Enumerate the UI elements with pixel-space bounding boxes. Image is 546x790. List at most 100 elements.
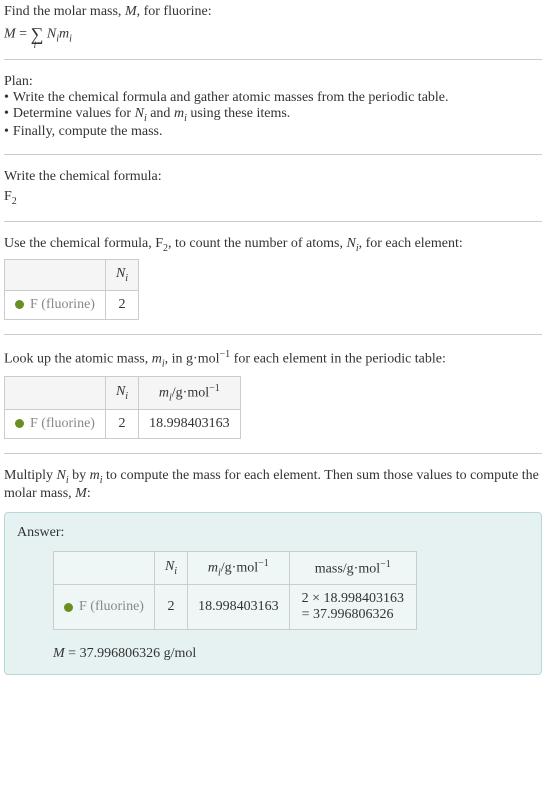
count-text: Use the chemical formula, F2, to count t… <box>4 236 542 254</box>
element-dot-icon <box>64 603 73 612</box>
empty-header <box>54 551 155 584</box>
lookup-mid: , in g·mol <box>165 352 220 367</box>
element-symbol: F <box>30 416 38 431</box>
header-sup: −1 <box>209 383 220 394</box>
lookup-sup: −1 <box>220 349 231 360</box>
sum-symbol: ∑ <box>31 24 44 44</box>
final-molar-mass: M = 37.996806326 g/mol <box>53 646 529 662</box>
element-dot-icon <box>15 419 24 428</box>
final-var: M <box>53 646 65 661</box>
mi-header: mi/g·mol−1 <box>188 551 290 584</box>
ni-header: Ni <box>154 551 187 584</box>
plan2-mid: and <box>147 106 174 121</box>
lookup-mass-section: Look up the atomic mass, mi, in g·mol−1 … <box>4 349 542 454</box>
mass-cell: 2 × 18.998403163 = 37.996806326 <box>289 585 416 630</box>
count-mid: , to count the number of atoms, <box>168 236 346 251</box>
intro-post: , for fluorine: <box>137 4 212 19</box>
lookup-text: Look up the atomic mass, mi, in g·mol−1 … <box>4 349 542 369</box>
header-N: N <box>165 559 174 574</box>
element-symbol: F <box>79 599 87 614</box>
mult-M: M <box>75 486 87 501</box>
bullet-icon: • <box>4 106 9 122</box>
plan-item-3: • Finally, compute the mass. <box>4 124 542 140</box>
plan-item-3-text: Finally, compute the mass. <box>13 124 163 140</box>
answer-box: Answer: Ni mi/g·mol−1 mass/g·mol−1 F (fl… <box>4 512 542 675</box>
chemical-formula-value: F2 <box>4 189 542 207</box>
mult-post: : <box>87 486 91 501</box>
bullet-icon: • <box>4 124 9 140</box>
mult-mid: by <box>69 468 90 483</box>
empty-header <box>5 260 106 291</box>
header-N: N <box>116 266 125 281</box>
element-cell: F (fluorine) <box>5 291 106 320</box>
plan2-pre: Determine values for <box>13 106 135 121</box>
plan2-N: N <box>135 106 144 121</box>
count-N: N <box>346 236 355 251</box>
formula-element: F <box>4 189 12 204</box>
lookup-post: for each element in the periodic table: <box>230 352 446 367</box>
formula-lhs: M <box>4 27 16 42</box>
plan2-m: m <box>174 106 184 121</box>
element-name: (fluorine) <box>38 416 95 431</box>
chemical-formula-section: Write the chemical formula: F2 <box>4 169 542 222</box>
ni-value: 2 <box>154 585 187 630</box>
element-name: (fluorine) <box>38 297 95 312</box>
header-Ni: i <box>125 273 128 284</box>
formula-eq: = <box>16 27 31 42</box>
header-mass-sup: −1 <box>380 559 391 570</box>
mi-value: 18.998403163 <box>139 410 241 439</box>
ni-header: Ni <box>105 376 138 409</box>
intro-var-M: M <box>125 4 137 19</box>
chemical-formula-title: Write the chemical formula: <box>4 169 542 185</box>
plan-section: Plan: • Write the chemical formula and g… <box>4 74 542 155</box>
plan-item-2-text: Determine values for Ni and mi using the… <box>13 106 290 124</box>
ni-header: Ni <box>105 260 138 291</box>
table-header-row: Ni mi/g·mol−1 <box>5 376 241 409</box>
element-cell: F (fluorine) <box>5 410 106 439</box>
header-m: m <box>208 561 218 576</box>
multiply-text: Multiply Ni by mi to compute the mass fo… <box>4 468 542 502</box>
plan2-post: using these items. <box>187 106 290 121</box>
intro-pre: Find the molar mass, <box>4 4 125 19</box>
mass-line1: 2 × 18.998403163 <box>302 591 404 607</box>
table-row: F (fluorine) 2 18.998403163 2 × 18.99840… <box>54 585 417 630</box>
element-name: (fluorine) <box>87 599 144 614</box>
mult-N: N <box>57 468 66 483</box>
count-table: Ni F (fluorine) 2 <box>4 259 139 320</box>
molar-mass-formula: M = ∑i Nimi <box>4 24 542 45</box>
header-unit: /g·mol <box>172 385 209 400</box>
mult-pre: Multiply <box>4 468 57 483</box>
mi-header: mi/g·mol−1 <box>139 376 241 409</box>
intro-text: Find the molar mass, M, for fluorine: <box>4 4 542 20</box>
header-Ni: i <box>125 391 128 402</box>
header-Ni: i <box>174 566 177 577</box>
empty-header <box>5 376 106 409</box>
header-m: m <box>159 385 169 400</box>
header-N: N <box>116 384 125 399</box>
multiply-section: Multiply Ni by mi to compute the mass fo… <box>4 468 542 675</box>
mass-header: mass/g·mol−1 <box>289 551 416 584</box>
element-cell: F (fluorine) <box>54 585 155 630</box>
plan-item-2: • Determine values for Ni and mi using t… <box>4 106 542 124</box>
lookup-pre: Look up the atomic mass, <box>4 352 152 367</box>
element-symbol: F <box>30 297 38 312</box>
plan-item-1-text: Write the chemical formula and gather at… <box>13 90 449 106</box>
plan-item-1: • Write the chemical formula and gather … <box>4 90 542 106</box>
table-header-row: Ni mi/g·mol−1 mass/g·mol−1 <box>54 551 417 584</box>
header-mass: mass/g·mol <box>315 561 380 576</box>
lookup-m: m <box>152 352 162 367</box>
count-post: , for each element: <box>359 236 463 251</box>
formula-mi: i <box>69 34 72 45</box>
mi-value: 18.998403163 <box>188 585 290 630</box>
table-row: F (fluorine) 2 <box>5 291 139 320</box>
formula-N: N <box>47 27 56 42</box>
mass-line2: = 37.996806326 <box>302 607 404 623</box>
table-header-row: Ni <box>5 260 139 291</box>
count-pre: Use the chemical formula, F <box>4 236 163 251</box>
mult-m: m <box>90 468 100 483</box>
formula-subscript: 2 <box>12 196 17 207</box>
ni-value: 2 <box>105 410 138 439</box>
formula-m: m <box>59 27 69 42</box>
header-unit: /g·mol <box>221 561 258 576</box>
element-dot-icon <box>15 300 24 309</box>
